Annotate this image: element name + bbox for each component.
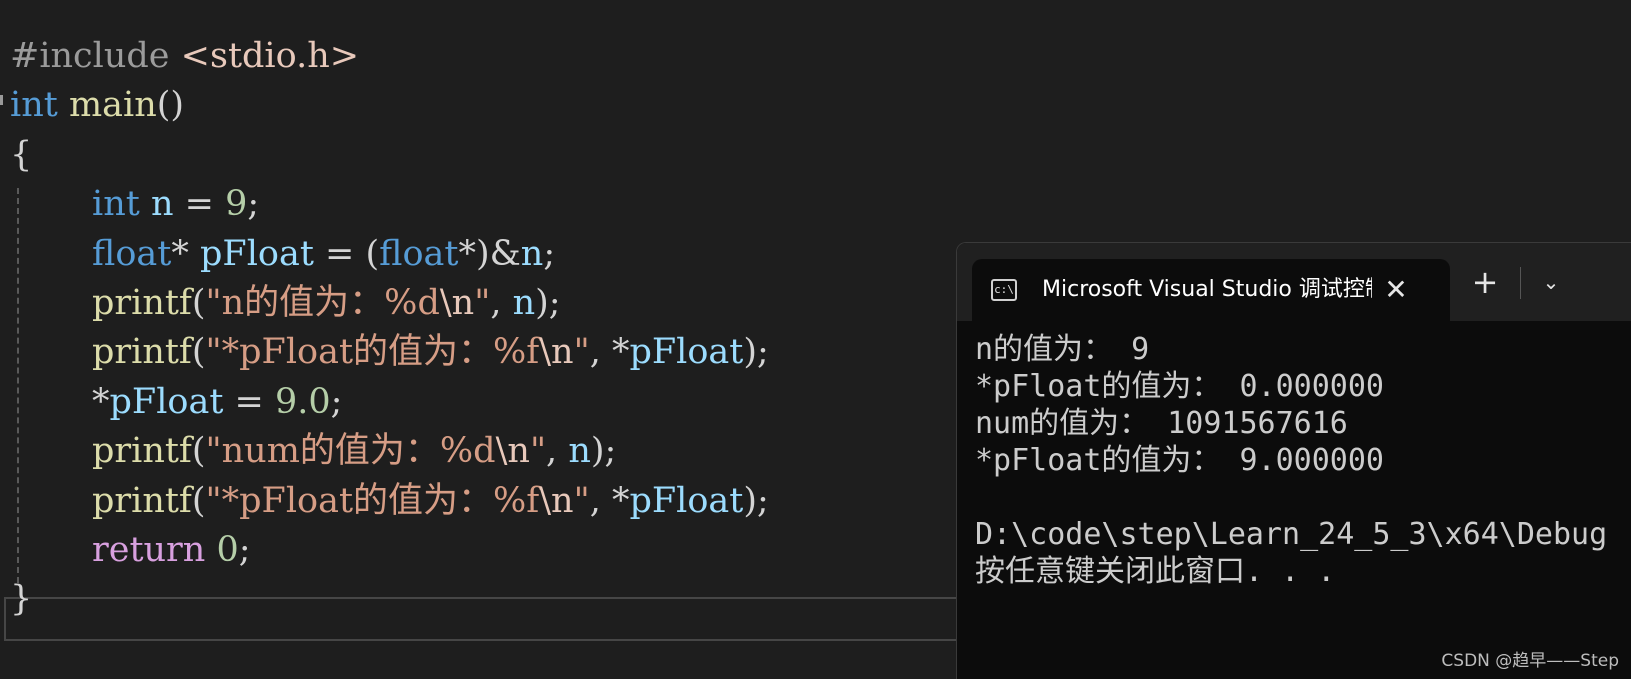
code-token: ); [590, 431, 617, 472]
code-line[interactable]: } [10, 574, 32, 624]
code-line[interactable]: int n = 9; [10, 179, 259, 229]
console-output: n的值为： 9 *pFloat的值为： 0.000000 num的值为： 10915… [975, 331, 1607, 590]
code-token: , * [589, 480, 630, 521]
code-token: = [223, 381, 275, 422]
console-icon: c:\ [991, 279, 1017, 301]
console-output-line: *pFloat的值为： 9.000000 [975, 443, 1384, 478]
code-token: " [474, 283, 491, 323]
watermark: CSDN @趋早——Step [1441, 651, 1619, 671]
code-token: "*pFloat的值为：%f [205, 332, 540, 373]
console-output-line: 按任意键关闭此窗口. . . [975, 554, 1336, 589]
code-token: 9.0 [274, 381, 331, 422]
code-token: ( [191, 431, 206, 472]
code-token: } [10, 579, 33, 620]
code-token: n [568, 431, 591, 472]
code-token: , [490, 283, 513, 323]
code-line[interactable]: printf("*pFloat的值为：%f\n", *pFloat); [10, 476, 769, 526]
code-token: " [573, 332, 590, 373]
code-token: " [573, 480, 590, 521]
code-token: \n [539, 480, 574, 521]
code-token: ); [743, 480, 769, 521]
code-token: printf [92, 480, 192, 521]
code-token: \n [495, 431, 530, 472]
code-token: , * [589, 332, 630, 373]
code-token: 9 [225, 184, 248, 225]
code-token: , [546, 431, 569, 472]
code-token: <stdio.h> [180, 36, 360, 76]
code-token: printf [92, 332, 192, 373]
code-token: pFloat [629, 480, 744, 521]
code-line[interactable]: float* pFloat = (float*)&n; [10, 229, 555, 279]
code-token: float [379, 233, 459, 274]
code-token: n [512, 283, 536, 323]
code-line[interactable]: printf("*pFloat的值为：%f\n", *pFloat); [10, 327, 769, 377]
code-token: ( [191, 480, 206, 521]
code-token: \n [539, 332, 574, 373]
console-output-line: D:\code\step\Learn_24_5_3\x64\Debug [975, 517, 1608, 552]
code-token: int [92, 184, 140, 225]
code-token: " [529, 431, 547, 472]
code-token: n [150, 184, 174, 225]
console-output-line: *pFloat的值为： 0.000000 [975, 369, 1384, 404]
code-token: ( [191, 332, 206, 373]
code-token: \n [439, 283, 475, 323]
terminal-titlebar: c:\ Microsoft Visual Studio 调试控制台 ✕ + ⌄ [957, 243, 1631, 321]
code-token: #include [10, 36, 181, 76]
code-token: return [92, 530, 206, 570]
code-token: ( [191, 283, 206, 323]
code-token: ; [330, 381, 343, 422]
code-token: pFloat [629, 332, 744, 373]
code-token: * [92, 381, 110, 422]
code-token: main [68, 85, 157, 126]
code-token: = ( [313, 233, 380, 274]
code-token: ); [743, 332, 769, 373]
close-tab-button[interactable]: ✕ [1380, 274, 1412, 306]
code-token: pFloat [200, 233, 314, 274]
code-line[interactable]: #include <stdio.h> [10, 31, 359, 81]
code-token: int [10, 85, 58, 126]
terminal-tab-title: Microsoft Visual Studio 调试控制台 [1042, 277, 1372, 302]
code-token: printf [92, 431, 192, 472]
code-token: pFloat [109, 381, 224, 422]
code-token: { [10, 134, 33, 175]
code-line[interactable]: return 0; [10, 525, 251, 575]
code-token: float [92, 233, 172, 274]
code-token: 0 [216, 530, 239, 570]
code-token: "n的值为：%d [205, 283, 440, 323]
code-token: printf [92, 283, 192, 323]
new-tab-button[interactable]: + [1468, 265, 1502, 299]
chevron-down-icon[interactable]: ⌄ [1534, 265, 1568, 299]
debug-console-window[interactable]: c:\ Microsoft Visual Studio 调试控制台 ✕ + ⌄ … [956, 242, 1631, 679]
code-line[interactable]: printf("num的值为：%d\n", n); [10, 426, 616, 476]
code-token: ; [238, 530, 251, 570]
code-token: "num的值为：%d [205, 431, 496, 472]
code-line[interactable]: printf("n的值为：%d\n", n); [10, 278, 561, 328]
code-token: "*pFloat的值为：%f [205, 480, 540, 521]
code-line[interactable]: { [10, 130, 32, 180]
collapse-marker-icon[interactable] [0, 95, 3, 105]
code-line[interactable]: *pFloat = 9.0; [10, 377, 342, 427]
terminal-tab[interactable]: c:\ Microsoft Visual Studio 调试控制台 ✕ [972, 259, 1450, 321]
code-token: *)& [458, 233, 521, 274]
code-line[interactable]: int main() [10, 80, 184, 130]
current-line-highlight [4, 597, 1004, 641]
console-output-line: n的值为： 9 [975, 332, 1150, 367]
code-token: ); [535, 283, 561, 323]
code-token: ; [247, 184, 260, 225]
code-token: ; [543, 233, 556, 274]
code-token: () [156, 85, 185, 126]
code-token: * [171, 233, 200, 274]
console-output-line: num的值为： 1091567616 [975, 406, 1348, 441]
titlebar-divider [1520, 267, 1521, 299]
code-token: = [173, 184, 226, 225]
code-token: n [520, 233, 544, 274]
